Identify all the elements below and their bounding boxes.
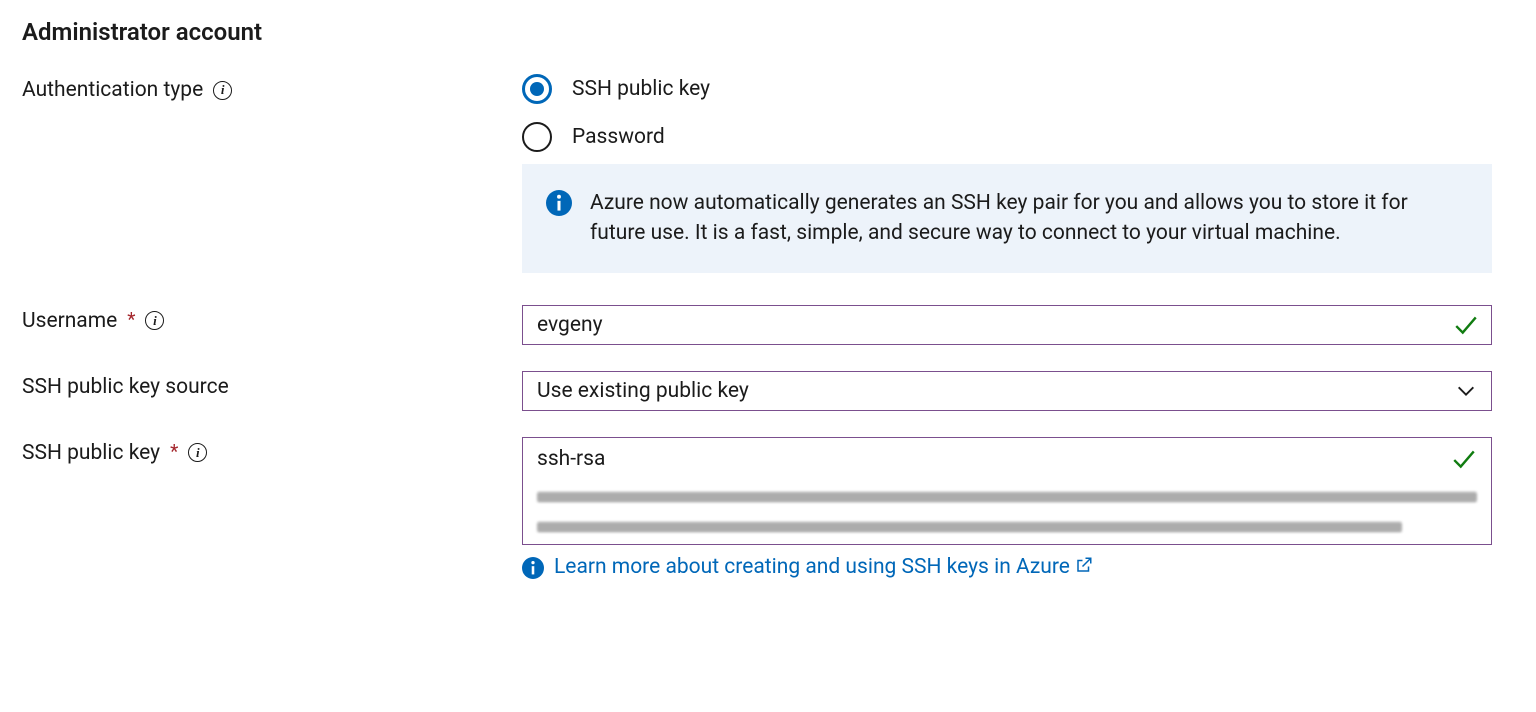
info-icon[interactable] <box>213 81 232 100</box>
check-icon <box>1451 446 1477 472</box>
username-input[interactable] <box>523 306 1491 344</box>
redacted-key-line <box>537 492 1477 502</box>
ssh-source-select[interactable]: Use existing public key <box>522 371 1492 411</box>
info-icon[interactable] <box>145 311 164 330</box>
auth-type-radio-ssh-label: SSH public key <box>572 77 710 101</box>
radio-selected-icon <box>522 74 552 104</box>
auth-type-radio-ssh[interactable]: SSH public key <box>522 74 1492 104</box>
ssh-key-label-text: SSH public key <box>22 441 160 465</box>
admin-account-section: Administrator account Authentication typ… <box>0 0 1536 579</box>
username-row: Username * <box>22 305 1514 345</box>
learn-more-link[interactable]: Learn more about creating and using SSH … <box>554 555 1093 579</box>
ssh-key-first-line: ssh-rsa <box>537 447 605 471</box>
learn-more-text: Learn more about creating and using SSH … <box>554 555 1070 579</box>
ssh-info-banner-text: Azure now automatically generates an SSH… <box>590 188 1464 249</box>
ssh-key-row: SSH public key * ssh-rsa <box>22 437 1514 579</box>
auth-type-label-text: Authentication type <box>22 78 203 102</box>
ssh-source-control: Use existing public key <box>522 371 1492 411</box>
section-title: Administrator account <box>22 18 1514 46</box>
auth-type-row: Authentication type SSH public key Passw… <box>22 74 1514 273</box>
auth-type-label: Authentication type <box>22 74 522 102</box>
auth-type-controls: SSH public key Password Azure now automa… <box>522 74 1492 273</box>
info-solid-icon <box>522 557 544 579</box>
auth-type-radio-password[interactable]: Password <box>522 122 1492 152</box>
ssh-key-label: SSH public key * <box>22 437 522 465</box>
ssh-key-control: ssh-rsa Learn more about creating and us… <box>522 437 1492 579</box>
external-link-icon <box>1075 556 1093 574</box>
auth-type-radio-password-label: Password <box>572 125 665 149</box>
ssh-source-value: Use existing public key <box>523 372 1491 410</box>
info-icon[interactable] <box>188 443 207 462</box>
ssh-info-banner: Azure now automatically generates an SSH… <box>522 164 1492 273</box>
required-star-icon: * <box>170 440 178 463</box>
ssh-source-label-text: SSH public key source <box>22 375 229 399</box>
chevron-down-icon <box>1455 380 1477 402</box>
username-control <box>522 305 1492 345</box>
ssh-source-row: SSH public key source Use existing publi… <box>22 371 1514 411</box>
ssh-key-textarea[interactable]: ssh-rsa <box>522 437 1492 545</box>
username-field-wrap <box>522 305 1492 345</box>
check-icon <box>1453 312 1479 338</box>
radio-unselected-icon <box>522 122 552 152</box>
ssh-source-label: SSH public key source <box>22 371 522 399</box>
username-label: Username * <box>22 305 522 333</box>
learn-more-row: Learn more about creating and using SSH … <box>522 555 1492 579</box>
redacted-key-line <box>537 522 1402 532</box>
username-label-text: Username <box>22 309 117 333</box>
required-star-icon: * <box>127 308 135 331</box>
info-solid-icon <box>546 190 572 216</box>
